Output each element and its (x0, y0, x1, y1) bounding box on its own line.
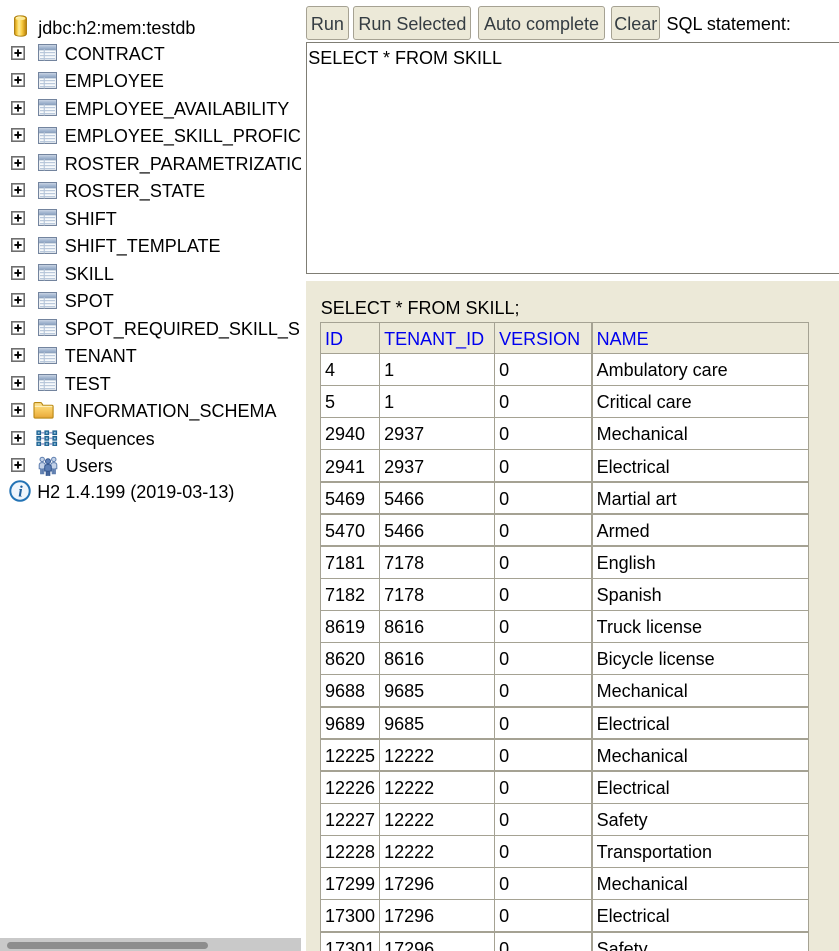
svg-text:i: i (18, 483, 23, 500)
